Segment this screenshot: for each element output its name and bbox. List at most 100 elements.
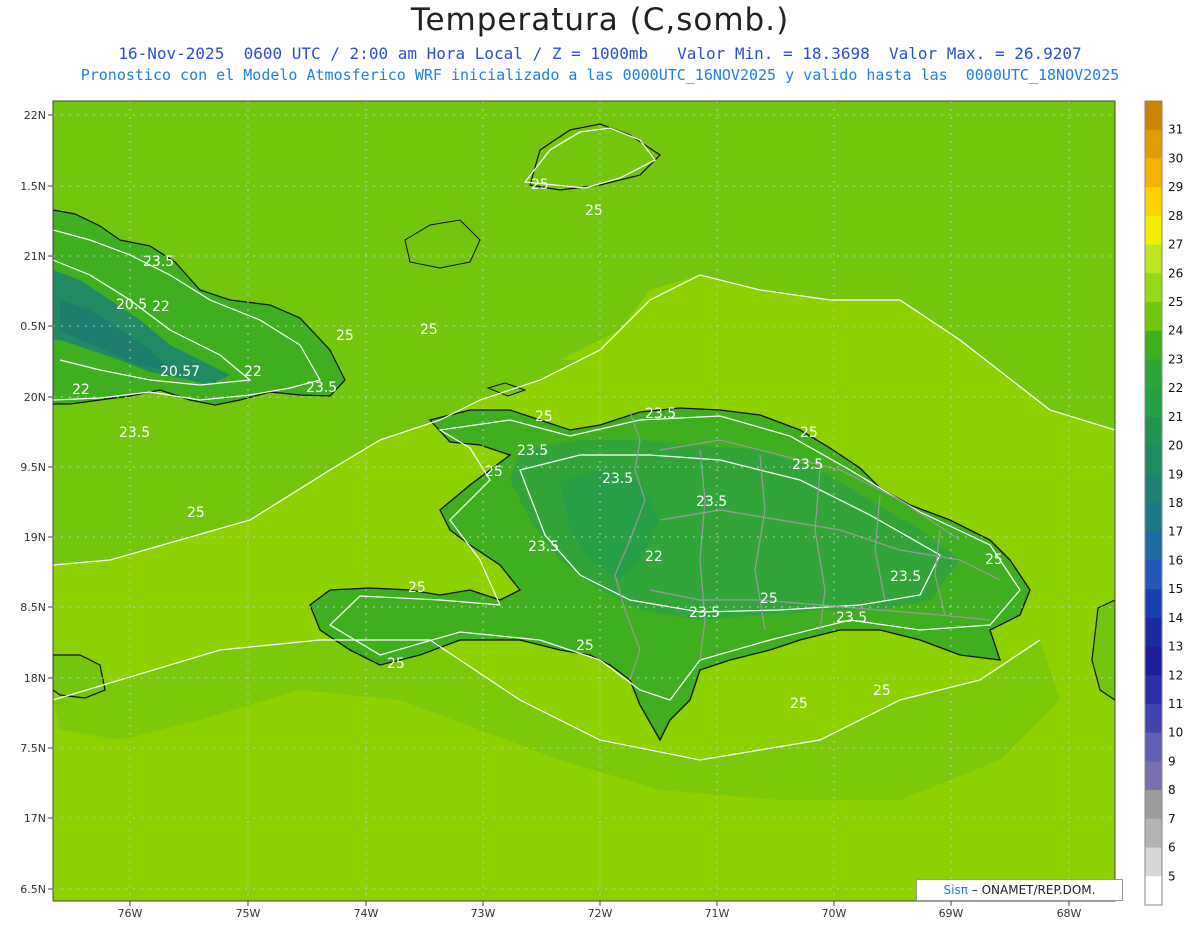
colorbar-tick-label: 30 [1168,151,1183,165]
colorbar-swatch [1145,215,1162,246]
contour-label: 25 [336,328,354,344]
colorbar-swatch [1145,187,1162,217]
colorbar-swatch [1145,474,1162,504]
lat-tick-label: 1.5N [20,180,46,193]
lon-axis: 76W 75W 74W 73W 72W 71W 70W 69W 68W [118,907,1082,920]
colorbar-swatch [1145,675,1162,705]
colorbar-swatch [1145,876,1162,906]
contour-label: 23.5 [792,457,823,473]
colorbar-swatch [1145,847,1162,877]
lat-tick-label: 0.5N [20,320,46,333]
contour-label: 25 [800,425,818,441]
lat-tick-label: 20N [24,391,46,404]
contour-label: 25 [585,203,603,219]
lat-tick-label: 17N [24,812,46,825]
colorbar-swatch [1145,273,1162,303]
colorbar-tick-label: 13 [1168,640,1183,654]
lat-tick-label: 19N [24,531,46,544]
colorbar-tick-label: 8 [1168,783,1176,797]
lon-tick-label: 71W [705,907,730,920]
contour-label: 20.5 [116,297,147,313]
colorbar-tick-label: 26 [1168,266,1183,280]
lon-tick-marks [129,901,1070,906]
colorbar-swatch [1145,302,1162,332]
lon-tick-label: 72W [588,907,613,920]
contour-label: 23.5 [306,380,337,396]
contour-label: 23.5 [528,539,559,555]
contour-label: 25 [760,591,778,607]
contour-label: 23.5 [696,494,727,510]
contour-label: 22 [244,364,262,380]
colorbar-tick-label: 11 [1168,697,1183,711]
colorbar-swatch [1145,761,1162,791]
sispi-logo-text: Sisπ [943,883,968,897]
contour-label: 22 [152,299,170,315]
colorbar-swatch [1145,244,1162,274]
credit-box: Sisπ – ONAMET/REP.DOM. [916,879,1123,901]
colorbar-tick-label: 22 [1168,381,1183,395]
colorbar-swatch [1145,704,1162,734]
colorbar-swatch [1145,617,1162,648]
colorbar-tick-label: 12 [1168,668,1183,682]
colorbar-tick-label: 17 [1168,525,1183,539]
contour-label: 23.5 [602,471,633,487]
contour-label: 22 [72,382,90,398]
colorbar-tick-label: 20 [1168,439,1183,453]
temperature-map: 25 25 23.5 20.5 22 25 25 20.57 22 23.5 2… [20,100,1183,920]
colorbar-swatch [1145,359,1162,389]
colorbar-swatch [1145,589,1162,619]
contour-label: 22 [645,549,663,565]
lat-tick-marks [48,114,53,890]
contour-label: 25 [535,409,553,425]
colorbar-tick-label: 14 [1168,611,1183,625]
colorbar: 31 30 29 28 27 26 25 24 23 22 21 20 19 18 17 16 15 14 13 12… [1144,100,1183,906]
lat-axis: 22N 1.5N 21N 0.5N 20N 9.5N 19N 8.5N 18N … [20,109,46,896]
colorbar-tick-label: 7 [1168,812,1176,826]
contour-label: 25 [387,656,405,672]
lat-tick-label: 8.5N [20,601,46,614]
contour-label: 23.5 [119,425,150,441]
colorbar-swatch [1145,790,1162,820]
contour-label: 23.5 [890,569,921,585]
colorbar-swatch [1145,129,1162,159]
credit-text: – ONAMET/REP.DOM. [967,883,1096,897]
contour-label: 25 [985,552,1003,568]
contour-label: 25 [420,322,438,338]
colorbar-tick-label: 19 [1168,467,1183,481]
colorbar-swatch [1145,101,1162,131]
colorbar-swatch [1145,388,1162,418]
colorbar-swatch [1145,646,1162,676]
contour-label: 23.5 [836,610,867,626]
colorbar-tick-label: 5 [1168,869,1176,883]
colorbar-tick-label: 10 [1168,726,1183,740]
colorbar-swatch [1145,531,1162,561]
colorbar-tick-label: 27 [1168,238,1183,252]
contour-label: 23.5 [689,605,720,621]
contour-label: 25 [485,464,503,480]
lat-tick-label: 22N [24,109,46,122]
lat-tick-label: 6.5N [20,883,46,896]
contour-label: 25 [576,638,594,654]
colorbar-tick-label: 6 [1168,841,1176,855]
contour-label: 25 [790,696,808,712]
lat-tick-label: 7.5N [20,742,46,755]
colorbar-swatch [1145,330,1162,360]
colorbar-tick-label: 18 [1168,496,1183,510]
map-field: 25 25 23.5 20.5 22 25 25 20.57 22 23.5 2… [53,101,1115,901]
lon-tick-label: 74W [354,907,379,920]
colorbar-swatch [1145,158,1162,188]
contour-label: 20.57 [160,364,200,380]
colorbar-swatch [1145,818,1162,849]
colorbar-tick-label: 21 [1168,410,1183,424]
colorbar-swatch [1145,732,1162,762]
colorbar-tick-label: 15 [1168,582,1183,596]
colorbar-tick-label: 9 [1168,754,1176,768]
lon-tick-label: 73W [471,907,496,920]
colorbar-tick-label: 16 [1168,553,1183,567]
colorbar-tick-label: 23 [1168,352,1183,366]
colorbar-tick-label: 24 [1168,324,1183,338]
contour-label: 23.5 [517,443,548,459]
colorbar-tick-label: 31 [1168,123,1183,137]
lon-tick-label: 68W [1057,907,1082,920]
colorbar-swatch [1145,503,1162,533]
